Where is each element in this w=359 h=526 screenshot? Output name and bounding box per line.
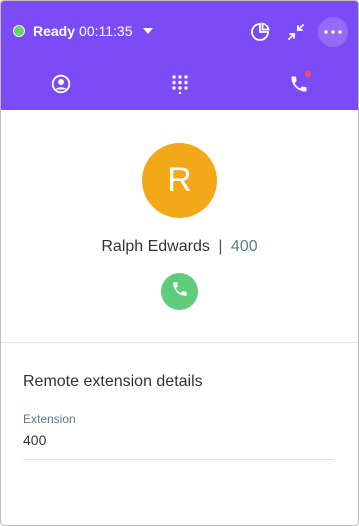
dialpad-icon [171, 74, 189, 99]
avatar: R [142, 143, 217, 218]
contact-name-row: Ralph Edwards | 400 [1, 238, 358, 256]
collapse-icon[interactable] [282, 18, 310, 46]
section-title: Remote extension details [23, 373, 203, 390]
pie-chart-icon[interactable] [246, 18, 274, 46]
extension-label: Extension [23, 412, 76, 426]
agent-status[interactable]: Ready 00:11:35 [13, 23, 154, 39]
nav-tabs [1, 63, 358, 110]
header: Ready 00:11:35 [1, 1, 358, 110]
name-separator: | [218, 238, 223, 255]
tab-calls[interactable] [239, 63, 358, 110]
divider [23, 459, 334, 460]
user-circle-icon [51, 74, 71, 99]
phone-icon [171, 280, 189, 303]
more-horizontal-icon[interactable] [318, 17, 348, 47]
missed-call-badge [305, 71, 311, 77]
contact-card: R Ralph Edwards | 400 [1, 110, 358, 343]
status-indicator-dot [13, 25, 25, 37]
contact-name: Ralph Edwards [101, 238, 210, 255]
top-bar: Ready 00:11:35 [1, 1, 358, 63]
status-timer: 00:11:35 [79, 23, 133, 39]
tab-dialpad[interactable] [120, 63, 239, 110]
top-actions [246, 17, 348, 47]
extension-value: 400 [23, 432, 47, 448]
status-label: Ready [33, 23, 76, 39]
phone-icon [289, 74, 309, 99]
caret-down-icon[interactable] [142, 25, 154, 37]
softphone-window: Ready 00:11:35 R Ralph Edwards | 400 Rem… [0, 0, 359, 526]
contact-extension: 400 [230, 238, 258, 255]
tab-contacts[interactable] [1, 63, 120, 110]
call-button[interactable] [161, 273, 198, 310]
